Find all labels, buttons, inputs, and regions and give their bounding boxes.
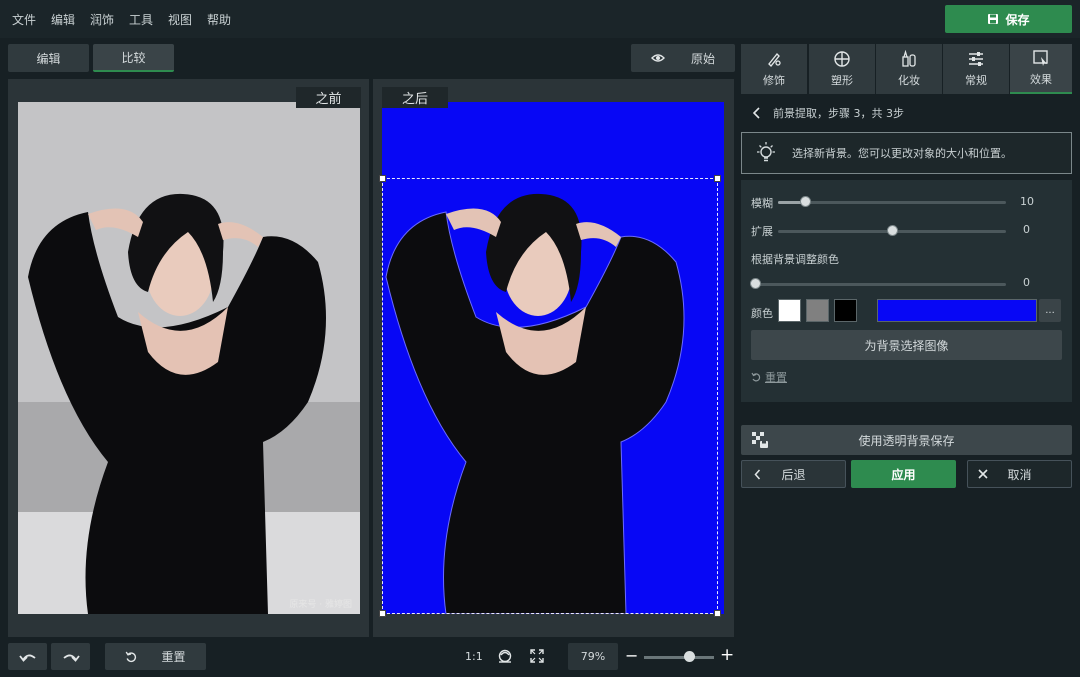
- blur-value: 10: [1020, 195, 1034, 208]
- fit-to-screen-icon[interactable]: [530, 649, 544, 663]
- back-button[interactable]: 后退: [741, 460, 846, 488]
- makeup-icon: [900, 50, 918, 68]
- tab-retouch[interactable]: 修饰: [741, 44, 807, 94]
- swatch-white[interactable]: [778, 299, 801, 322]
- menu-view[interactable]: 视图: [168, 11, 192, 28]
- floppy-icon: [987, 13, 999, 25]
- zoom-in-icon[interactable]: +: [720, 647, 734, 664]
- apply-button[interactable]: 应用: [851, 460, 956, 488]
- color-label: 颜色: [751, 307, 773, 320]
- adjust-slider-knob[interactable]: [750, 278, 761, 289]
- transparent-save-icon: [751, 431, 769, 449]
- menu-tools[interactable]: 工具: [129, 11, 153, 28]
- before-photo[interactable]: 原来号 · 雅婷图: [18, 102, 360, 614]
- effects-icon: [1032, 49, 1050, 67]
- zoom-value-field[interactable]: 79%: [568, 643, 618, 670]
- retouch-icon: [765, 50, 783, 68]
- chevron-left-icon[interactable]: [753, 107, 761, 119]
- after-label: 之后: [382, 87, 448, 108]
- original-button[interactable]: 原始: [631, 44, 735, 72]
- tab-general[interactable]: 常规: [943, 44, 1009, 94]
- undo-small-icon: [751, 372, 761, 382]
- step-header: 前景提取，步骤 3，共 3步: [741, 101, 1072, 125]
- tab-effects-label: 效果: [1030, 73, 1052, 86]
- menu-help[interactable]: 帮助: [207, 11, 231, 28]
- tab-shape-label: 塑形: [831, 74, 853, 87]
- zoom-slider-track[interactable]: [644, 656, 714, 659]
- undo-icon: [18, 652, 37, 662]
- expand-value: 0: [1023, 223, 1030, 236]
- hint-text: 选择新背景。您可以更改对象的大小和位置。: [792, 147, 1012, 160]
- select-bg-image-button[interactable]: 为背景选择图像: [751, 330, 1062, 360]
- chevron-left-icon: [754, 469, 761, 480]
- sliders-icon: [967, 50, 985, 68]
- reset-link-label: 重置: [765, 371, 787, 384]
- blur-label: 模糊: [751, 197, 773, 210]
- shape-icon: [833, 50, 851, 68]
- tab-makeup-label: 化妆: [898, 74, 920, 87]
- zoom-slider-knob[interactable]: [684, 651, 695, 662]
- back-label: 后退: [781, 467, 806, 482]
- menu-file[interactable]: 文件: [12, 11, 36, 28]
- menu-edit[interactable]: 编辑: [51, 11, 75, 28]
- tab-general-label: 常规: [965, 74, 987, 87]
- save-label: 保存: [1005, 12, 1030, 27]
- redo-button[interactable]: [51, 643, 90, 670]
- watermark: 原来号 · 雅婷图: [289, 600, 352, 610]
- tab-makeup[interactable]: 化妆: [876, 44, 942, 94]
- face-fit-icon[interactable]: [498, 649, 512, 663]
- resize-handle-tl[interactable]: [379, 175, 386, 182]
- more-colors-button[interactable]: ...: [1039, 299, 1061, 322]
- swatch-gray[interactable]: [806, 299, 829, 322]
- reset-link[interactable]: 重置: [751, 369, 787, 385]
- adjust-value: 0: [1023, 276, 1030, 289]
- portrait-figure: [18, 102, 360, 614]
- resize-handle-tr[interactable]: [714, 175, 721, 182]
- lightbulb-icon: [754, 141, 778, 165]
- save-button[interactable]: 保存: [945, 5, 1072, 33]
- selection-box[interactable]: [382, 178, 718, 614]
- save-transparent-label: 使用透明背景保存: [858, 433, 955, 448]
- expand-slider-knob[interactable]: [887, 225, 898, 236]
- eye-icon: [650, 53, 665, 63]
- menu-retouch[interactable]: 润饰: [90, 11, 114, 28]
- adjust-slider-track[interactable]: [755, 283, 1006, 286]
- zoom-out-icon[interactable]: −: [625, 648, 638, 664]
- cancel-button[interactable]: 取消: [967, 460, 1072, 488]
- blur-slider-track[interactable]: [778, 201, 1006, 204]
- reset-label: 重置: [161, 650, 186, 664]
- settings-box: [741, 180, 1072, 402]
- menu-bar: 文件 编辑 润饰 工具 视图 帮助 保存: [0, 0, 1080, 38]
- actual-size-button[interactable]: 1:1: [465, 650, 483, 663]
- hint-box: 选择新背景。您可以更改对象的大小和位置。: [741, 132, 1072, 174]
- tab-shape[interactable]: 塑形: [809, 44, 875, 94]
- before-label: 之前: [296, 87, 361, 108]
- tab-edit[interactable]: 编辑: [8, 44, 89, 72]
- resize-handle-bl[interactable]: [379, 610, 386, 617]
- save-transparent-button[interactable]: 使用透明背景保存: [741, 425, 1072, 455]
- reset-button[interactable]: 重置: [105, 643, 206, 670]
- redo-icon: [62, 652, 80, 662]
- step-title: 前景提取，步骤 3，共 3步: [773, 107, 904, 120]
- original-label: 原始: [690, 51, 715, 66]
- swatch-black[interactable]: [834, 299, 857, 322]
- resize-handle-br[interactable]: [714, 610, 721, 617]
- tab-retouch-label: 修饰: [763, 74, 785, 87]
- adjust-color-label: 根据背景调整颜色: [751, 253, 839, 266]
- reset-icon: [125, 651, 137, 663]
- expand-label: 扩展: [751, 225, 773, 238]
- close-icon: [978, 469, 988, 479]
- selected-color-swatch[interactable]: [877, 299, 1037, 322]
- tab-effects[interactable]: 效果: [1010, 44, 1072, 94]
- undo-button[interactable]: [8, 643, 47, 670]
- tab-compare[interactable]: 比较: [93, 44, 174, 72]
- cancel-label: 取消: [1007, 467, 1032, 482]
